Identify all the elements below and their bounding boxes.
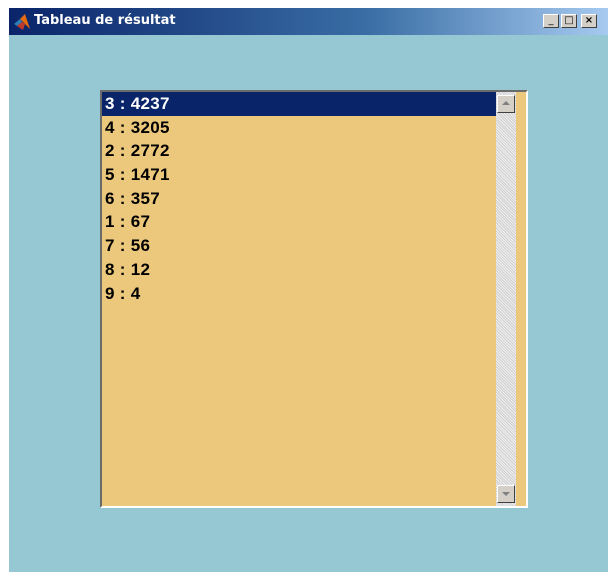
listbox-items: 3 : 4237 4 : 3205 2 : 2772 5 : 1471 6 : 357 1… — [102, 92, 496, 506]
list-item[interactable]: 1 : 67 — [102, 210, 496, 234]
list-item[interactable]: 7 : 56 — [102, 234, 496, 258]
matlab-icon — [14, 14, 30, 30]
maximize-button[interactable]: □ — [561, 14, 577, 28]
result-listbox[interactable]: 3 : 4237 4 : 3205 2 : 2772 5 : 1471 6 : 357 1… — [100, 90, 528, 508]
title-bar[interactable]: Tableau de résultat _ □ × — [9, 8, 608, 35]
arrow-down-icon — [502, 492, 510, 496]
list-item[interactable]: 6 : 357 — [102, 187, 496, 211]
list-item[interactable]: 2 : 2772 — [102, 139, 496, 163]
arrow-up-icon — [502, 101, 510, 105]
scroll-up-button[interactable] — [497, 95, 515, 113]
figure-window: Tableau de résultat _ □ × 3 : 4237 4 : 32… — [9, 8, 608, 572]
scroll-down-button[interactable] — [497, 485, 515, 503]
list-item[interactable]: 8 : 12 — [102, 258, 496, 282]
vertical-scrollbar[interactable] — [496, 92, 516, 506]
list-item[interactable]: 4 : 3205 — [102, 116, 496, 140]
minimize-button[interactable]: _ — [543, 14, 559, 28]
list-item[interactable]: 9 : 4 — [102, 282, 496, 306]
window-title: Tableau de résultat — [34, 13, 176, 28]
close-button[interactable]: × — [581, 14, 597, 28]
list-item[interactable]: 5 : 1471 — [102, 163, 496, 187]
list-item-selected[interactable]: 3 : 4237 — [102, 92, 496, 116]
